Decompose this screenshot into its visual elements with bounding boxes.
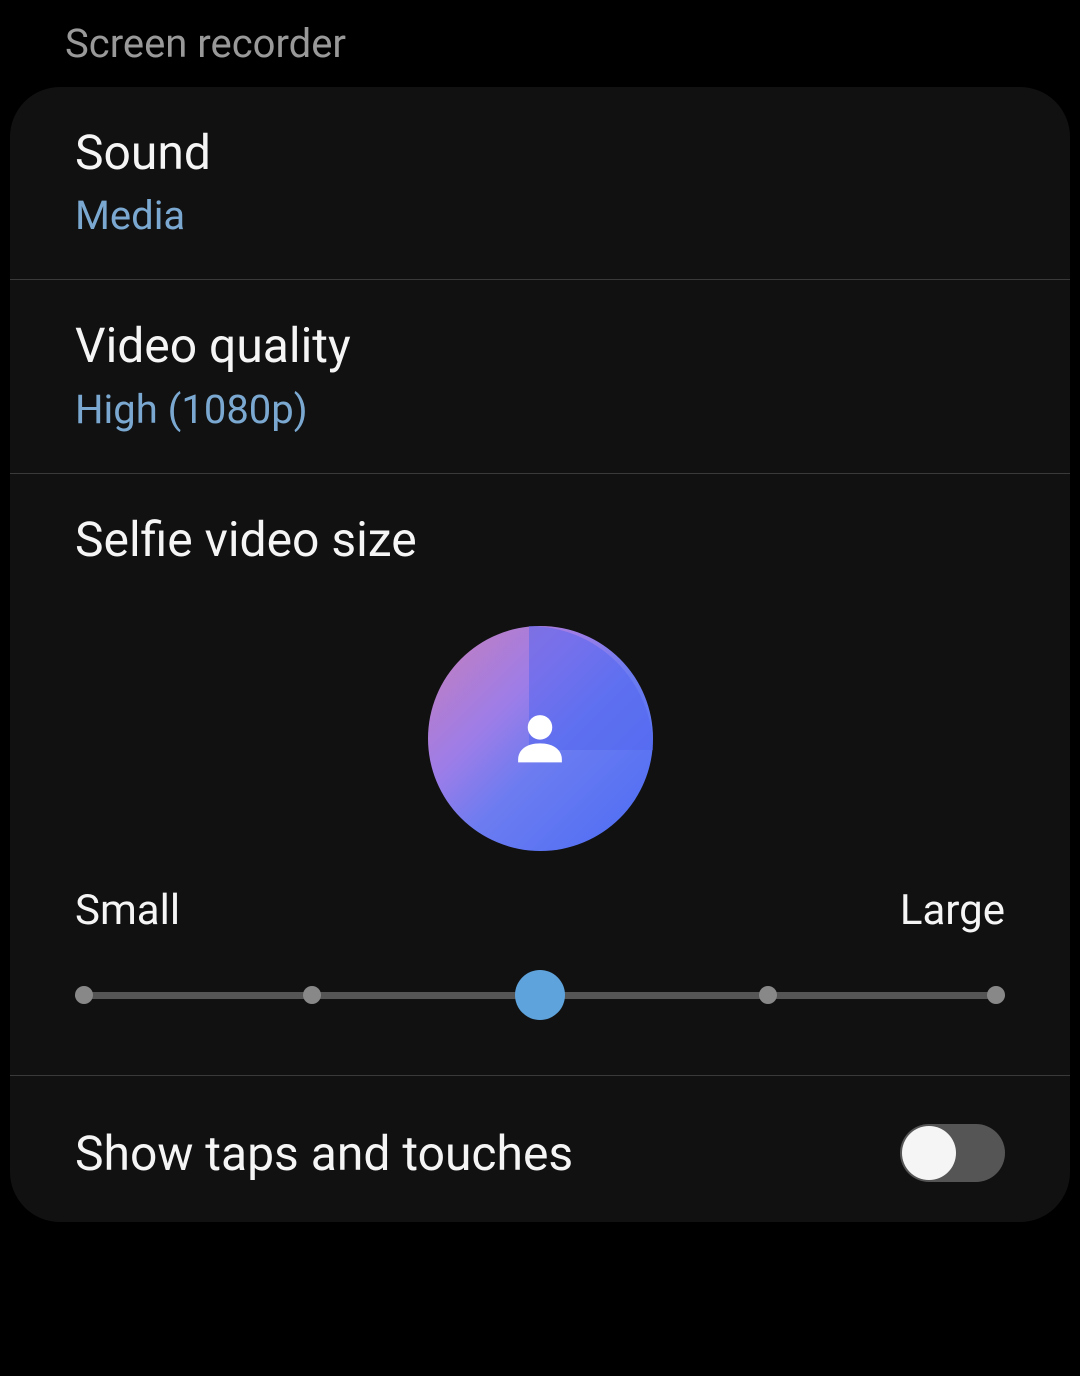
slider-label-large: Large [900, 886, 1005, 935]
show-taps-toggle[interactable] [900, 1124, 1005, 1182]
setting-sound-value: Media [75, 192, 1005, 239]
slider-step-4 [987, 986, 1005, 1004]
setting-sound-title: Sound [75, 122, 1005, 184]
settings-panel: Sound Media Video quality High (1080p) S… [10, 87, 1070, 1222]
slider-labels: Small Large [75, 886, 1005, 935]
setting-sound[interactable]: Sound Media [10, 87, 1070, 280]
selfie-size-slider[interactable] [75, 970, 1005, 1020]
slider-step-3 [759, 986, 777, 1004]
slider-step-1 [303, 986, 321, 1004]
setting-video-quality-title: Video quality [75, 315, 1005, 377]
setting-selfie-size: Selfie video size Small Large [10, 474, 1070, 1076]
setting-show-taps-title: Show taps and touches [75, 1125, 573, 1182]
setting-selfie-size-title: Selfie video size [75, 509, 1005, 571]
slider-label-small: Small [75, 886, 180, 935]
selfie-preview-container [75, 626, 1005, 851]
page-title: Screen recorder [0, 0, 1080, 87]
setting-show-taps[interactable]: Show taps and touches [10, 1076, 1070, 1222]
slider-step-0 [75, 986, 93, 1004]
selfie-preview-avatar [428, 626, 653, 851]
setting-video-quality[interactable]: Video quality High (1080p) [10, 280, 1070, 473]
setting-video-quality-value: High (1080p) [75, 386, 1005, 433]
slider-thumb[interactable] [515, 970, 565, 1020]
toggle-knob [902, 1126, 956, 1180]
person-icon [505, 699, 575, 779]
